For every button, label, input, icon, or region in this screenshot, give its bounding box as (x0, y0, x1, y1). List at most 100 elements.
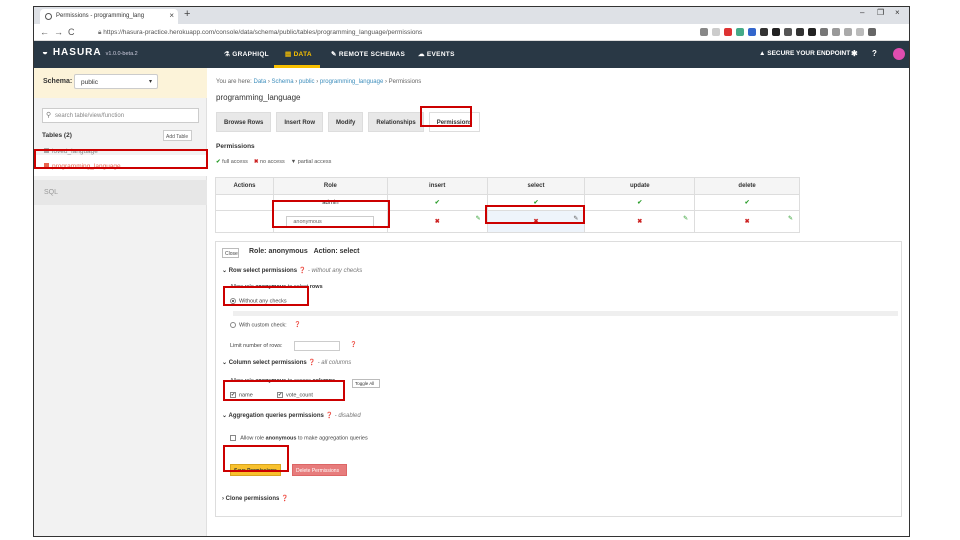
new-tab-button[interactable]: + (184, 8, 190, 20)
close-button[interactable]: Close (222, 248, 239, 258)
delete-permissions-button[interactable]: Delete Permissions (292, 464, 347, 476)
extension-icon[interactable] (748, 28, 756, 36)
cell-update[interactable]: ✖ ✎ (584, 210, 696, 233)
settings-gear-icon[interactable]: ✱ (851, 49, 858, 58)
minimize-icon[interactable]: – (860, 8, 864, 17)
cloud-icon: ☁ (418, 51, 427, 58)
highlight-role-input (272, 200, 390, 228)
breadcrumb-data[interactable]: Data (253, 79, 266, 85)
extension-icon[interactable] (772, 28, 780, 36)
reload-icon[interactable]: C (68, 27, 75, 37)
table-search-input[interactable]: ⚲ search table/view/function (42, 108, 199, 123)
heart-icon[interactable] (893, 48, 905, 60)
cross-icon: ✖ (637, 219, 643, 225)
translate-icon[interactable] (700, 28, 708, 36)
limit-rows-input[interactable] (294, 341, 340, 351)
extension-icon[interactable] (796, 28, 804, 36)
nav-remote-schemas[interactable]: ✎ REMOTE SCHEMAS (331, 50, 405, 58)
favicon-icon (45, 13, 52, 20)
tab-insert-row[interactable]: Insert Row (276, 112, 324, 132)
extension-icon[interactable] (760, 28, 768, 36)
chevron-down-icon: ▾ (148, 79, 152, 85)
back-arrow-icon[interactable]: ← (40, 27, 49, 37)
aggregation-checkbox[interactable]: Allow role anonymous to make aggregation… (230, 435, 368, 441)
cell-delete[interactable]: ✖ ✎ (694, 210, 800, 233)
star-icon[interactable] (712, 28, 720, 36)
app-header: ◒ HASURA v1.0.0-beta.2 ⚗ GRAPHIQL ▤ DATA … (34, 41, 909, 68)
toggle-all-button[interactable]: Toggle All (352, 379, 380, 388)
permissions-label: Permissions (216, 143, 255, 150)
schema-label: Schema: (43, 78, 73, 85)
check-icon: ✔ (216, 159, 221, 165)
browser-window: Permissions - programming_lang × + – ❐ ×… (33, 6, 910, 537)
tab-relationships[interactable]: Relationships (368, 112, 424, 132)
row-select-permissions-header[interactable]: ⌄ Row select permissions ❓ - without any… (222, 267, 362, 274)
nav-events[interactable]: ☁ EVENTS (418, 50, 455, 58)
hasura-logo-icon: ◒ (42, 47, 53, 58)
profile-icon[interactable] (856, 28, 864, 36)
info-icon: ❓ (298, 268, 307, 274)
secure-endpoint-link[interactable]: ▲ SECURE YOUR ENDPOINT (759, 50, 850, 57)
warning-icon: ▲ (759, 50, 768, 57)
table-header-row: Actions Role insert select update delete (215, 177, 800, 195)
logo-text: HASURA (52, 47, 102, 58)
sidebar-item-sql[interactable]: SQL (44, 189, 58, 196)
schema-select[interactable]: public ▾ (74, 74, 158, 89)
breadcrumb-public[interactable]: public (299, 79, 315, 85)
info-icon: ❓ (294, 322, 302, 329)
edit-pencil-icon[interactable]: ✎ (683, 215, 688, 222)
url-text: https://hasura-practice.herokuapp.com/co… (103, 29, 423, 36)
cross-icon: ✖ (744, 219, 750, 225)
breadcrumb-permissions: Permissions (388, 79, 422, 85)
tab-modify[interactable]: Modify (328, 112, 364, 132)
nav-graphiql[interactable]: ⚗ GRAPHIQL (224, 50, 269, 58)
tab-browse-rows[interactable]: Browse Rows (216, 112, 272, 132)
tab-close-icon[interactable]: × (169, 11, 174, 20)
schema-selector-area: Schema: public ▾ (34, 68, 207, 98)
sql-section (34, 180, 207, 205)
info-icon: ❓ (308, 360, 316, 366)
hasura-logo[interactable]: ◒ HASURA v1.0.0-beta.2 (42, 47, 138, 58)
aggregation-permissions-header[interactable]: ⌄ Aggregation queries permissions ❓ - di… (222, 412, 361, 419)
permissions-legend: ✔ full access ✖ no access ▼ partial acce… (216, 159, 332, 165)
restore-icon[interactable]: ❐ (877, 8, 884, 17)
highlight-select-cell (485, 205, 585, 224)
cell-insert[interactable]: ✖ ✎ (386, 210, 488, 233)
breadcrumb-table[interactable]: programming_language (320, 79, 383, 85)
column-select-permissions-header[interactable]: ⌄ Column select permissions ❓ - all colu… (222, 359, 351, 366)
highlight-save-button (223, 445, 289, 472)
cross-icon: ✖ (253, 159, 259, 165)
extension-icon[interactable] (808, 28, 816, 36)
add-table-button[interactable]: Add Table (163, 130, 192, 141)
address-bar: ← → C 🔒︎ https://hasura-practice.herokua… (34, 24, 909, 41)
extension-icon[interactable] (820, 28, 828, 36)
sidebar: Schema: public ▾ ⚲ search table/view/fun… (34, 68, 207, 536)
radio-custom-check[interactable]: With custom check: ❓ (230, 322, 301, 328)
highlight-selected-table (34, 149, 208, 169)
tab-title: Permissions - programming_lang (56, 13, 145, 19)
extension-icon[interactable] (724, 28, 732, 36)
extension-icon[interactable] (832, 28, 840, 36)
filter-icon: ▼ (290, 159, 297, 165)
menu-icon[interactable] (868, 28, 876, 36)
breadcrumb-schema[interactable]: Schema (272, 79, 294, 85)
edit-pencil-icon[interactable]: ✎ (788, 215, 793, 222)
search-placeholder: search table/view/function (55, 113, 125, 119)
extension-icon[interactable] (844, 28, 852, 36)
url-field[interactable]: 🔒︎ https://hasura-practice.herokuapp.com… (90, 26, 700, 39)
window-close-icon[interactable]: × (895, 8, 900, 17)
extension-icon[interactable] (784, 28, 792, 36)
database-icon: ▤ (285, 51, 294, 58)
check-icon: ✔ (744, 200, 750, 206)
forward-arrow-icon[interactable]: → (54, 27, 63, 37)
tables-header: Tables (2) (42, 132, 72, 139)
browser-tab[interactable]: Permissions - programming_lang × (40, 9, 178, 24)
help-icon[interactable]: ? (872, 49, 877, 58)
extension-icon[interactable] (736, 28, 744, 36)
schema-value: public (81, 79, 98, 86)
check-icon: ✔ (637, 200, 643, 206)
main-content: You are here: Data › Schema › public › p… (208, 68, 909, 536)
clone-permissions-header[interactable]: › Clone permissions ❓ (222, 495, 289, 502)
edit-pencil-icon[interactable]: ✎ (476, 215, 481, 222)
nav-data[interactable]: ▤ DATA (285, 50, 312, 58)
